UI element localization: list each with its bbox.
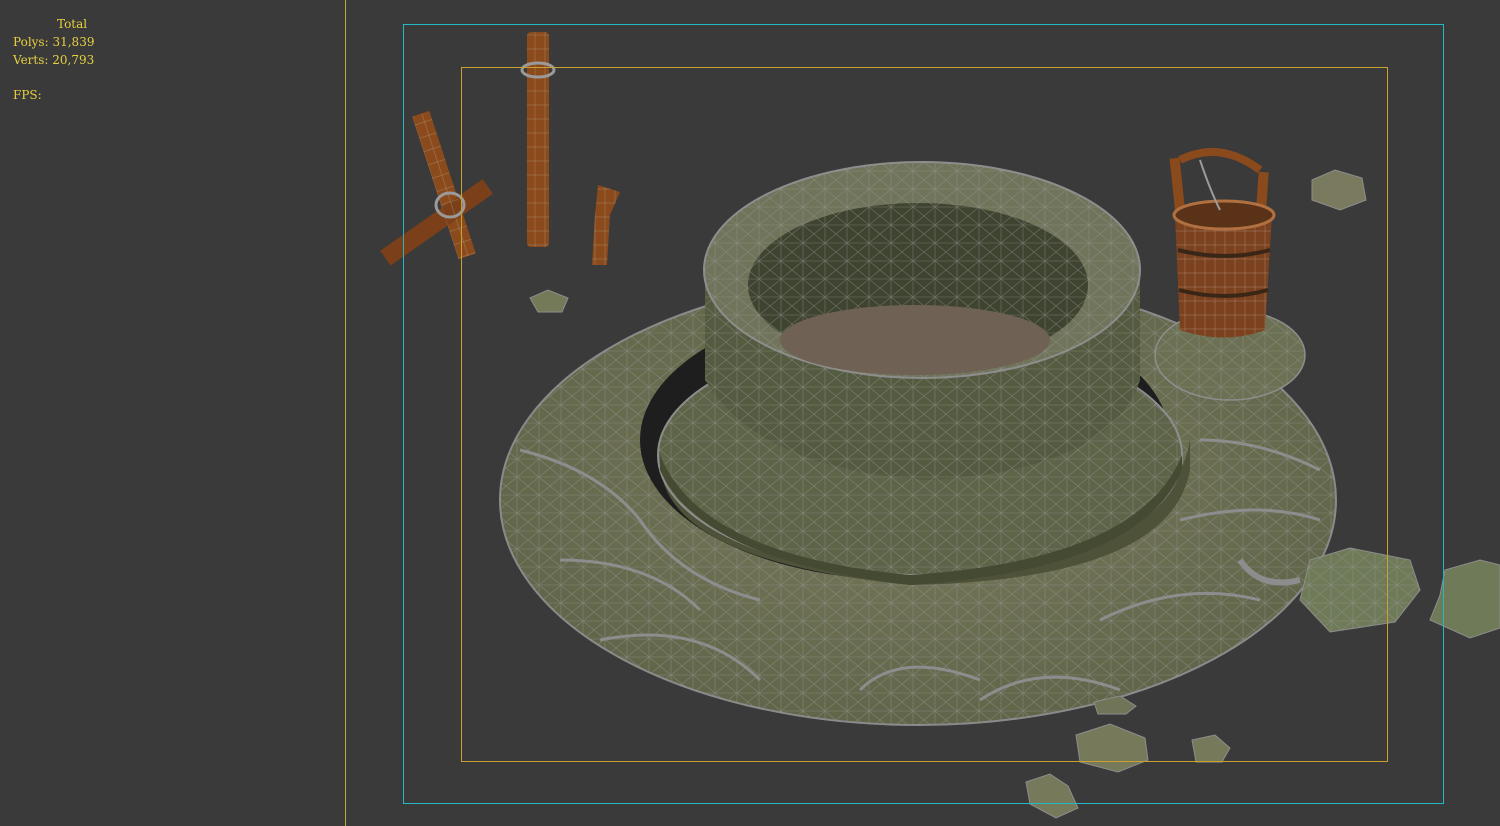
safe-frame-inner [461, 67, 1388, 762]
3d-viewport[interactable]: Total Polys: 31,839 Verts: 20,793 FPS: [0, 0, 1500, 826]
